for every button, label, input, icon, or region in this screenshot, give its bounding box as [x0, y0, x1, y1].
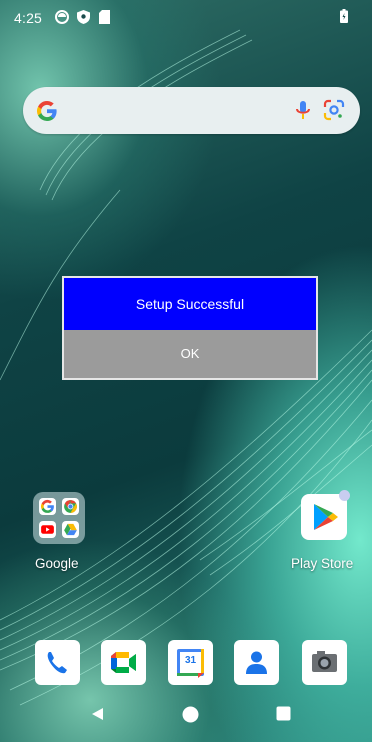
- play-store-app[interactable]: [301, 494, 347, 540]
- calendar-day: 31: [184, 655, 197, 666]
- google-icon: [39, 498, 56, 515]
- shield-icon: [77, 10, 90, 24]
- setup-dialog: Setup Successful OK: [62, 276, 318, 380]
- google-folder[interactable]: [33, 492, 85, 544]
- youtube-icon: [39, 521, 56, 538]
- back-icon[interactable]: [89, 706, 105, 722]
- phone-app[interactable]: [35, 640, 80, 685]
- microphone-icon[interactable]: [295, 99, 311, 123]
- play-store-label: Play Store: [291, 556, 354, 571]
- battery-icon: [340, 9, 348, 23]
- camera-app[interactable]: [302, 640, 347, 685]
- google-search-bar[interactable]: [23, 87, 360, 134]
- home-screen: 4:25 Setup Successful OK Google Play Sto…: [0, 0, 372, 742]
- notification-dot: [339, 490, 350, 501]
- drive-icon: [62, 521, 79, 538]
- home-icon[interactable]: [182, 706, 199, 723]
- meet-icon: [111, 652, 136, 673]
- calendar-app[interactable]: 31: [168, 640, 213, 685]
- sd-card-icon: [99, 10, 110, 24]
- status-time: 4:25: [14, 10, 43, 26]
- ok-button[interactable]: OK: [64, 330, 316, 378]
- contacts-icon: [246, 651, 267, 674]
- google-folder-label: Google: [35, 556, 79, 571]
- recents-icon[interactable]: [276, 706, 291, 721]
- dialog-title: Setup Successful: [64, 278, 316, 330]
- phone-icon: [47, 652, 67, 674]
- play-store-icon: [314, 504, 338, 530]
- google-g-icon: [37, 100, 57, 122]
- chrome-icon: [62, 498, 79, 515]
- contacts-app[interactable]: [234, 640, 279, 685]
- camera-icon: [312, 651, 337, 672]
- google-lens-icon[interactable]: [323, 99, 345, 121]
- sync-icon: [55, 10, 69, 24]
- meet-app[interactable]: [101, 640, 146, 685]
- status-bar: 4:25: [0, 0, 372, 34]
